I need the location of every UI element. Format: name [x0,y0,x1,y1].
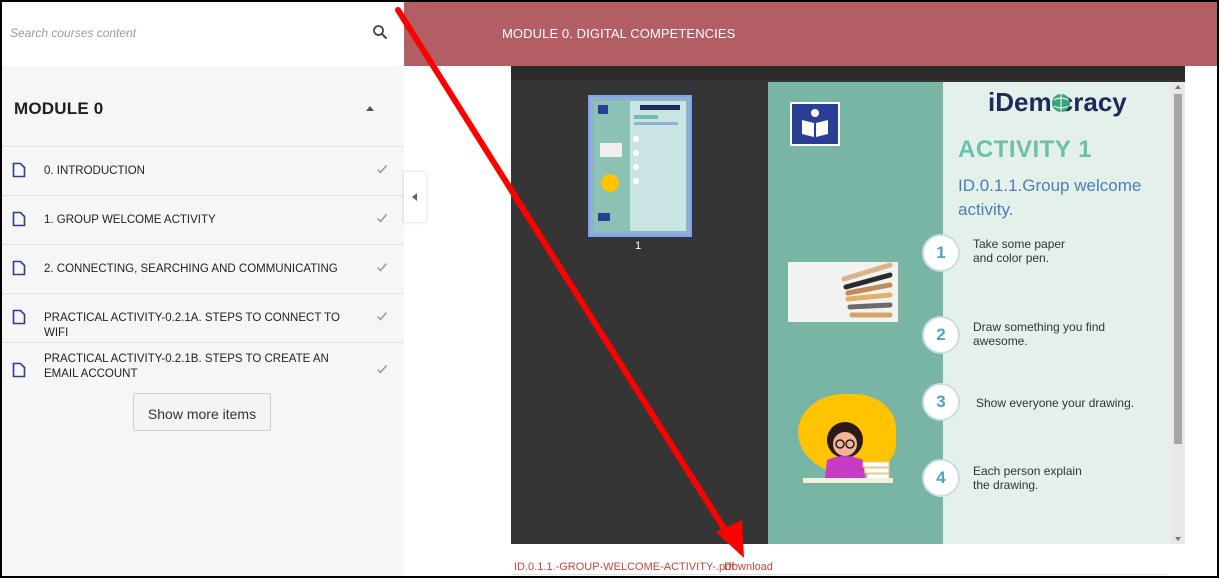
attachment-filename-link[interactable]: ID.0.1.1.-GROUP-WELCOME-ACTIVITY-.pdf [514,561,734,573]
sidebar-item-label: PRACTICAL ACTIVITY-0.2.1B. STEPS TO CREA… [44,353,329,380]
course-sidebar: Search courses content MODULE 0 0. INTRO… [2,2,404,576]
search-bar[interactable]: Search courses content [2,2,404,67]
sidebar-item-introduction[interactable]: 0. INTRODUCTION [2,146,404,195]
sidebar-item-label: 1. GROUP WELCOME ACTIVITY [44,214,216,226]
thumbnail-preview [594,101,686,231]
show-more-button[interactable]: Show more items [133,393,271,431]
pdf-page: iDem cracy ACTIVITY 1 ID.0.1.1.Group wel… [768,82,1171,544]
page-thumbnail[interactable] [588,95,692,237]
sidebar-item-wifi[interactable]: PRACTICAL ACTIVITY-0.2.1A. STEPS TO CONN… [2,293,404,342]
thumbnail-art [594,101,680,231]
drawing-girl-illustration-icon [803,422,893,483]
check-icon [376,365,388,374]
document-icon [12,211,26,227]
module-header[interactable]: MODULE 0 [2,66,404,146]
module-title: MODULE 0 [14,99,104,118]
pdf-viewer[interactable]: 1 iDem cracy ACTIVITY 1 ID.0.1.1.Group w… [511,66,1185,544]
step-text: Show everyone your drawing. [976,396,1135,410]
globe-icon [1052,94,1070,112]
step-number: 4 [922,459,960,497]
sidebar-item-label: PRACTICAL ACTIVITY-0.2.1A. STEPS TO CONN… [44,312,340,339]
document-icon [12,260,26,276]
scroll-up-icon[interactable] [1175,85,1181,89]
search-input[interactable]: Search courses content [10,26,136,40]
viewer-toolbar [511,66,1185,80]
page-left-panel [768,82,943,544]
download-link[interactable]: Download [724,561,773,573]
divider [511,574,1167,575]
viewer-scrollbar[interactable] [1171,82,1185,544]
step-text: Each person explain the drawing. [973,464,1082,492]
activity-title: ACTIVITY 1 [958,136,1092,163]
step-text: Take some paper and color pen. [973,237,1066,265]
check-icon [376,165,388,174]
check-icon [376,312,388,321]
window-frame: Search courses content MODULE 0 0. INTRO… [0,0,1219,578]
pencils-icon [841,262,893,318]
chevron-left-icon [412,193,417,201]
sidebar-item-group-welcome[interactable]: 1. GROUP WELCOME ACTIVITY [2,195,404,244]
page-title: MODULE 0. DIGITAL COMPETENCIES [502,26,736,41]
document-icon [12,309,26,325]
sidebar-item-email[interactable]: PRACTICAL ACTIVITY-0.2.1B. STEPS TO CREA… [2,342,404,397]
step-number: 2 [922,316,960,354]
sidebar-item-label: 0. INTRODUCTION [44,165,145,177]
chevron-up-icon[interactable] [366,106,374,111]
module-item-list: 0. INTRODUCTION 1. GROUP WELCOME ACTIVIT… [2,146,404,397]
scroll-down-icon[interactable] [1175,537,1181,541]
header-bar: MODULE 0. DIGITAL COMPETENCIES [404,2,1217,66]
check-icon [376,263,388,272]
check-icon [376,214,388,223]
search-icon[interactable] [372,24,388,40]
sidebar-item-label: 2. CONNECTING, SEARCHING AND COMMUNICATI… [44,263,338,275]
collapse-sidebar-button[interactable] [404,172,426,222]
document-icon [12,362,26,378]
activity-subtitle: ID.0.1.1.Group welcome activity. [958,176,1142,219]
step-number: 3 [922,383,960,421]
thumbnail-page-number: 1 [635,240,642,252]
easy-read-logo-icon [790,102,840,146]
document-icon [12,162,26,178]
step-text: Draw something you find awesome. [973,320,1106,348]
sidebar-item-connecting[interactable]: 2. CONNECTING, SEARCHING AND COMMUNICATI… [2,244,404,293]
scrollbar-thumb[interactable] [1174,94,1182,444]
step-number: 1 [922,234,960,272]
